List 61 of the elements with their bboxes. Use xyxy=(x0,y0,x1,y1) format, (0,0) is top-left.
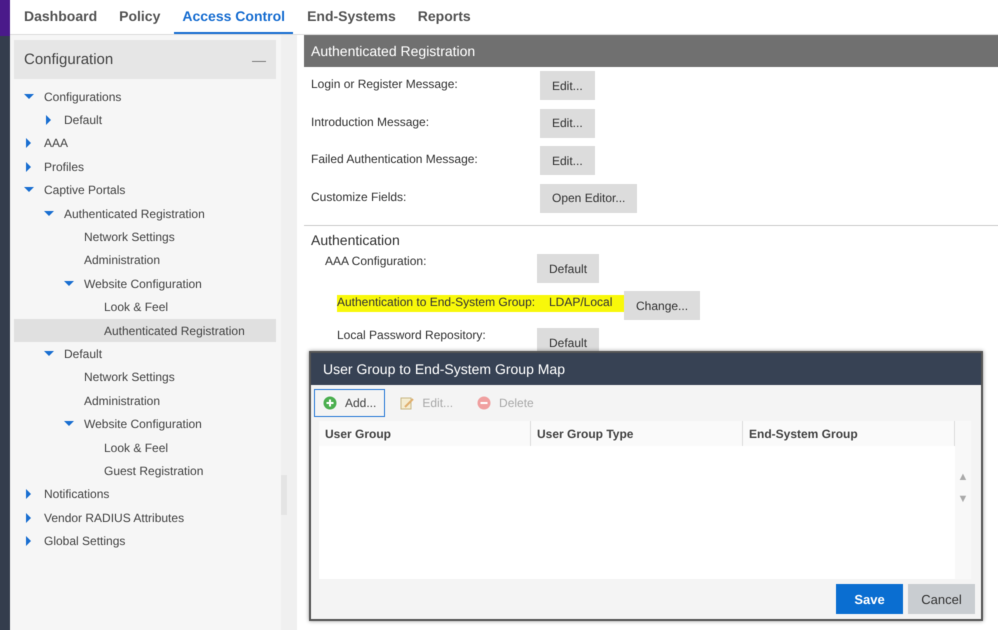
tree-item[interactable]: Default xyxy=(14,342,276,366)
tree-item[interactable]: Profiles xyxy=(14,155,276,179)
collapsed-caret-icon[interactable] xyxy=(24,489,34,500)
tree-item[interactable]: Notifications xyxy=(14,482,276,506)
minus-icon xyxy=(477,396,492,410)
tree-item[interactable]: Authenticated Registration xyxy=(14,202,276,226)
collapse-button[interactable]: — xyxy=(252,52,266,68)
tree-item[interactable]: Network Settings xyxy=(14,225,276,249)
nav-tab[interactable]: End-Systems xyxy=(299,0,404,34)
sidebar-title: Configuration xyxy=(24,51,114,68)
tree-item[interactable]: Global Settings xyxy=(14,529,276,553)
tree-item[interactable]: Look & Feel xyxy=(14,436,276,460)
collapsed-caret-icon[interactable] xyxy=(24,536,34,546)
plus-icon xyxy=(323,396,337,410)
tree-item[interactable]: Authenticated Registration xyxy=(14,318,276,342)
tree-item[interactable]: Administration xyxy=(14,248,276,272)
tree-item[interactable]: Website Configuration xyxy=(14,272,276,296)
column-header[interactable]: User Group xyxy=(319,421,531,446)
tree-item[interactable]: Guest Registration xyxy=(14,459,276,483)
field-label: Local Password Repository: xyxy=(337,328,487,342)
edit-button[interactable]: Edit... xyxy=(540,108,595,138)
nav-tab[interactable]: Dashboard xyxy=(16,0,106,34)
tree-item[interactable]: Configurations xyxy=(14,85,276,108)
tree-item[interactable]: Captive Portals xyxy=(14,178,276,202)
edit-button[interactable]: Edit... xyxy=(540,71,595,100)
expanded-caret-icon[interactable] xyxy=(44,348,54,359)
collapsed-caret-icon[interactable] xyxy=(24,162,34,172)
tree-item[interactable]: AAA xyxy=(14,132,276,156)
edit-button[interactable]: Edit... xyxy=(540,146,595,175)
field-label: Introduction Message: xyxy=(311,114,430,128)
nav-tab[interactable]: Policy xyxy=(111,0,168,34)
save-button[interactable]: Save xyxy=(836,584,903,614)
tree-item[interactable]: Vendor RADIUS Attributes xyxy=(14,506,276,530)
expanded-caret-icon[interactable] xyxy=(24,92,34,102)
tree-item[interactable]: Default xyxy=(14,108,276,132)
field-label: Login or Register Message: xyxy=(311,76,459,91)
change-button[interactable]: Change... xyxy=(624,291,700,320)
expanded-caret-icon[interactable] xyxy=(44,208,54,219)
field-label: Failed Authentication Message: xyxy=(311,151,479,166)
field-label: Authentication to End-System Group: xyxy=(337,295,536,311)
tree-item[interactable]: Website Configuration xyxy=(14,412,276,436)
expanded-caret-icon[interactable] xyxy=(64,278,74,289)
cancel-button[interactable]: Cancel xyxy=(908,584,975,614)
collapsed-caret-icon[interactable] xyxy=(24,512,34,523)
field-label: AAA Configuration: xyxy=(325,254,428,268)
section-heading: Authentication xyxy=(311,232,401,248)
dialog-title: User Group to End-System Group Map xyxy=(311,353,981,385)
field-label: Customize Fields: xyxy=(311,188,408,204)
column-header[interactable]: User Group Type xyxy=(531,421,743,446)
value-button[interactable]: Default xyxy=(537,254,600,283)
panel-header: Authenticated Registration xyxy=(304,35,998,67)
notepad-pencil-icon xyxy=(400,396,414,410)
tree-item[interactable]: Network Settings xyxy=(14,366,276,390)
toolbar-button[interactable]: Add... xyxy=(314,389,386,417)
tree-item[interactable]: Look & Feel xyxy=(14,296,276,319)
tree-item[interactable]: Administration xyxy=(14,389,276,412)
collapsed-caret-icon[interactable] xyxy=(24,138,34,148)
collapsed-caret-icon[interactable] xyxy=(44,115,54,126)
nav-tab[interactable]: Reports xyxy=(410,0,479,34)
edit-button[interactable]: Open Editor... xyxy=(540,184,638,212)
field-value: LDAP/Local xyxy=(549,295,612,311)
